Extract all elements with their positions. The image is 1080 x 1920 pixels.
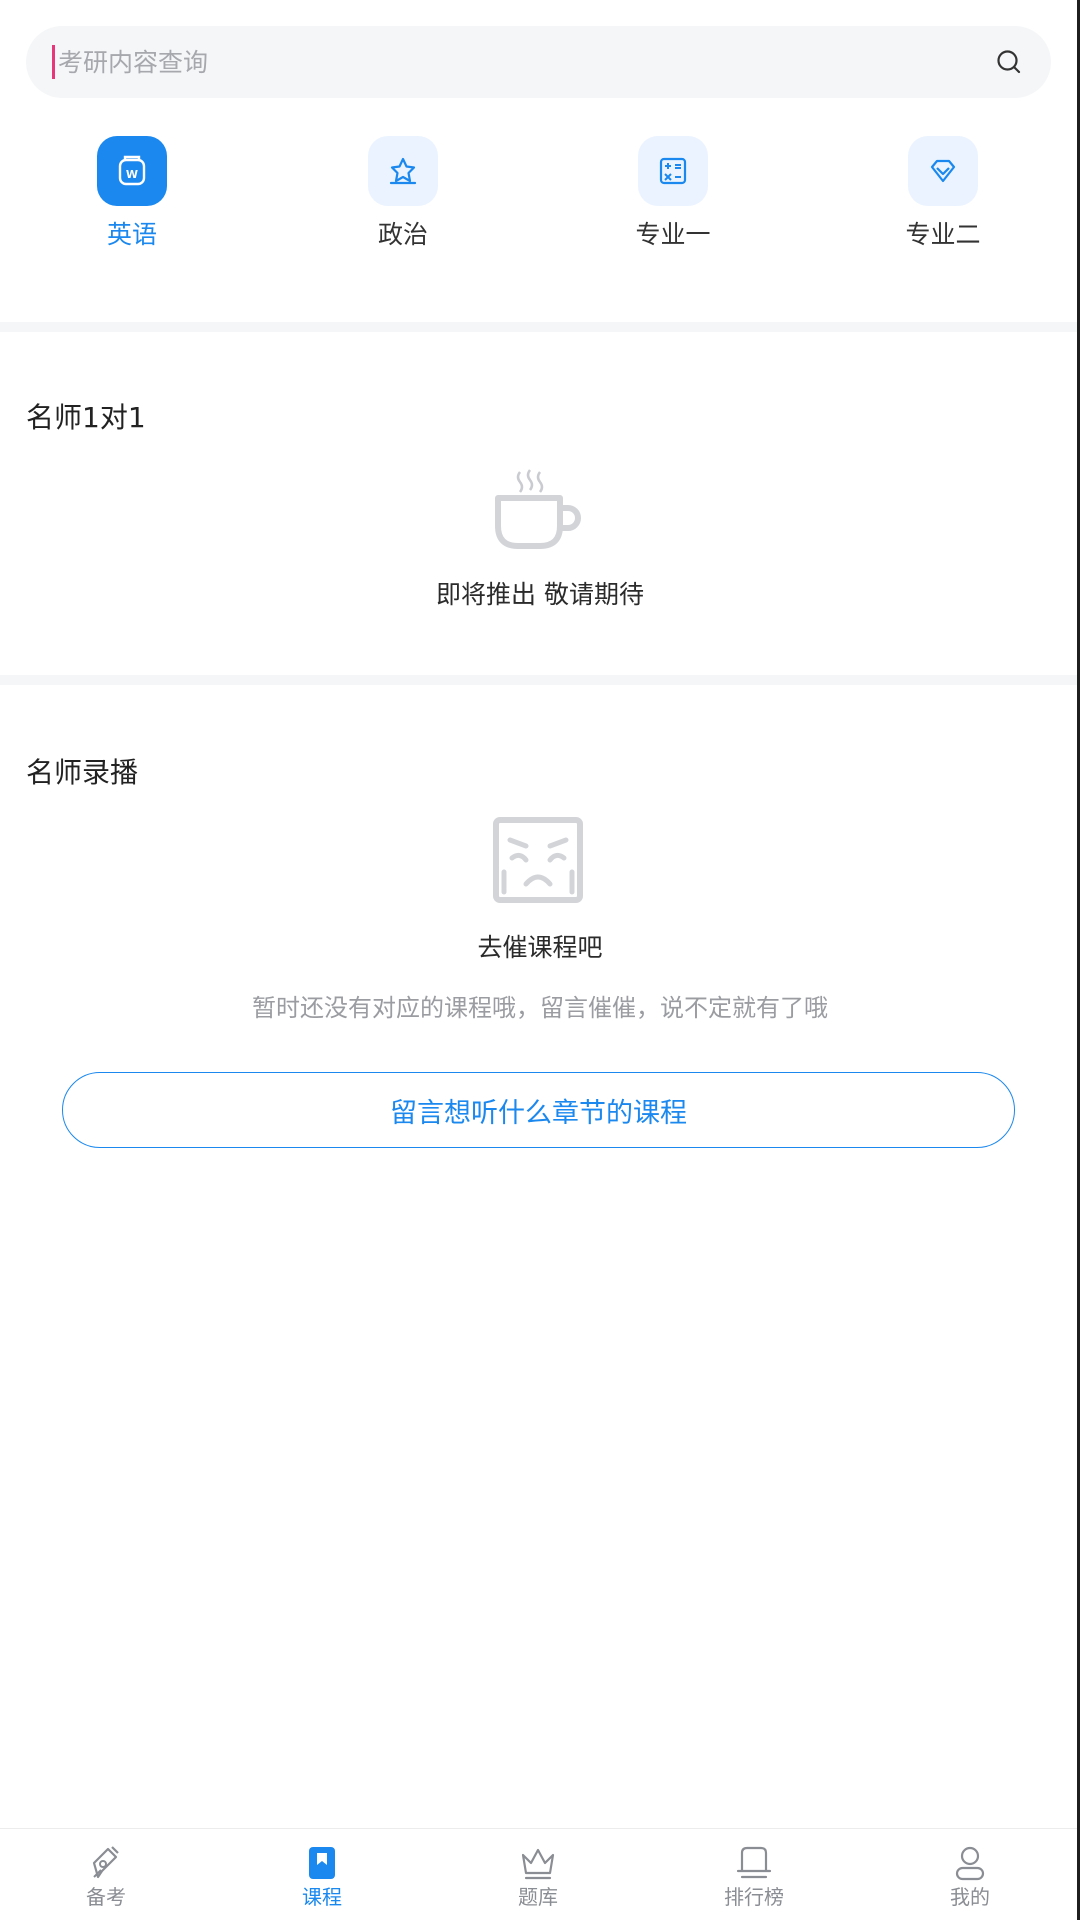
subject-tab-major-two[interactable]: 专业二 (863, 136, 1023, 266)
coffee-cup-icon (495, 469, 581, 549)
nav-label: 排行榜 (724, 1885, 784, 1909)
sad-face-box-icon (493, 817, 583, 903)
subject-tab-label: 政治 (377, 220, 428, 249)
subject-tab-politics[interactable]: 政治 (323, 136, 483, 266)
pen-nib-icon (92, 1846, 119, 1879)
nav-item-mine[interactable]: 我的 (910, 1829, 1030, 1920)
nav-label: 课程 (302, 1885, 342, 1909)
subject-tab-label: 专业一 (635, 220, 711, 249)
crown-icon (521, 1848, 555, 1880)
english-book-icon: W (97, 136, 167, 206)
section-divider (0, 322, 1080, 332)
leave-comment-button[interactable]: 留言想听什么章节的课程 (62, 1072, 1015, 1148)
search-input[interactable] (56, 26, 978, 98)
svg-text:W: W (126, 168, 138, 181)
empty-course-title: 去催课程吧 (477, 933, 603, 962)
section-title-one-on-one: 名师1对1 (26, 401, 146, 434)
search-icon[interactable] (995, 48, 1023, 76)
coming-soon-text: 即将推出 敬请期待 (436, 580, 644, 609)
politics-star-icon (368, 136, 438, 206)
subject-tab-english[interactable]: W 英语 (52, 136, 212, 266)
search-bar[interactable] (26, 26, 1051, 98)
podium-icon (736, 1846, 772, 1879)
section-divider (0, 675, 1080, 685)
subject-tab-label: 专业二 (905, 220, 981, 249)
bottom-nav: 备考 课程 题库 排行榜 我的 (0, 1828, 1080, 1920)
nav-item-leaderboard[interactable]: 排行榜 (694, 1829, 814, 1920)
user-icon (955, 1846, 985, 1881)
calculator-icon (638, 136, 708, 206)
subject-tabs: W 英语 政治 专业一 专业二 (0, 136, 1080, 266)
diamond-icon (908, 136, 978, 206)
empty-course-description: 暂时还没有对应的课程哦，留言催催，说不定就有了哦 (252, 994, 828, 1022)
nav-item-prepare[interactable]: 备考 (46, 1829, 166, 1920)
nav-label: 我的 (950, 1885, 990, 1909)
nav-item-question-bank[interactable]: 题库 (478, 1829, 598, 1920)
text-caret (52, 45, 55, 79)
bookmark-book-icon (309, 1847, 335, 1879)
nav-item-courses[interactable]: 课程 (262, 1829, 382, 1920)
section-title-recorded: 名师录播 (26, 756, 139, 789)
subject-tab-label: 英语 (106, 220, 157, 249)
nav-label: 题库 (518, 1885, 558, 1909)
subject-tab-major-one[interactable]: 专业一 (593, 136, 753, 266)
nav-label: 备考 (86, 1885, 126, 1909)
app-screen: W 英语 政治 (0, 0, 1080, 1920)
